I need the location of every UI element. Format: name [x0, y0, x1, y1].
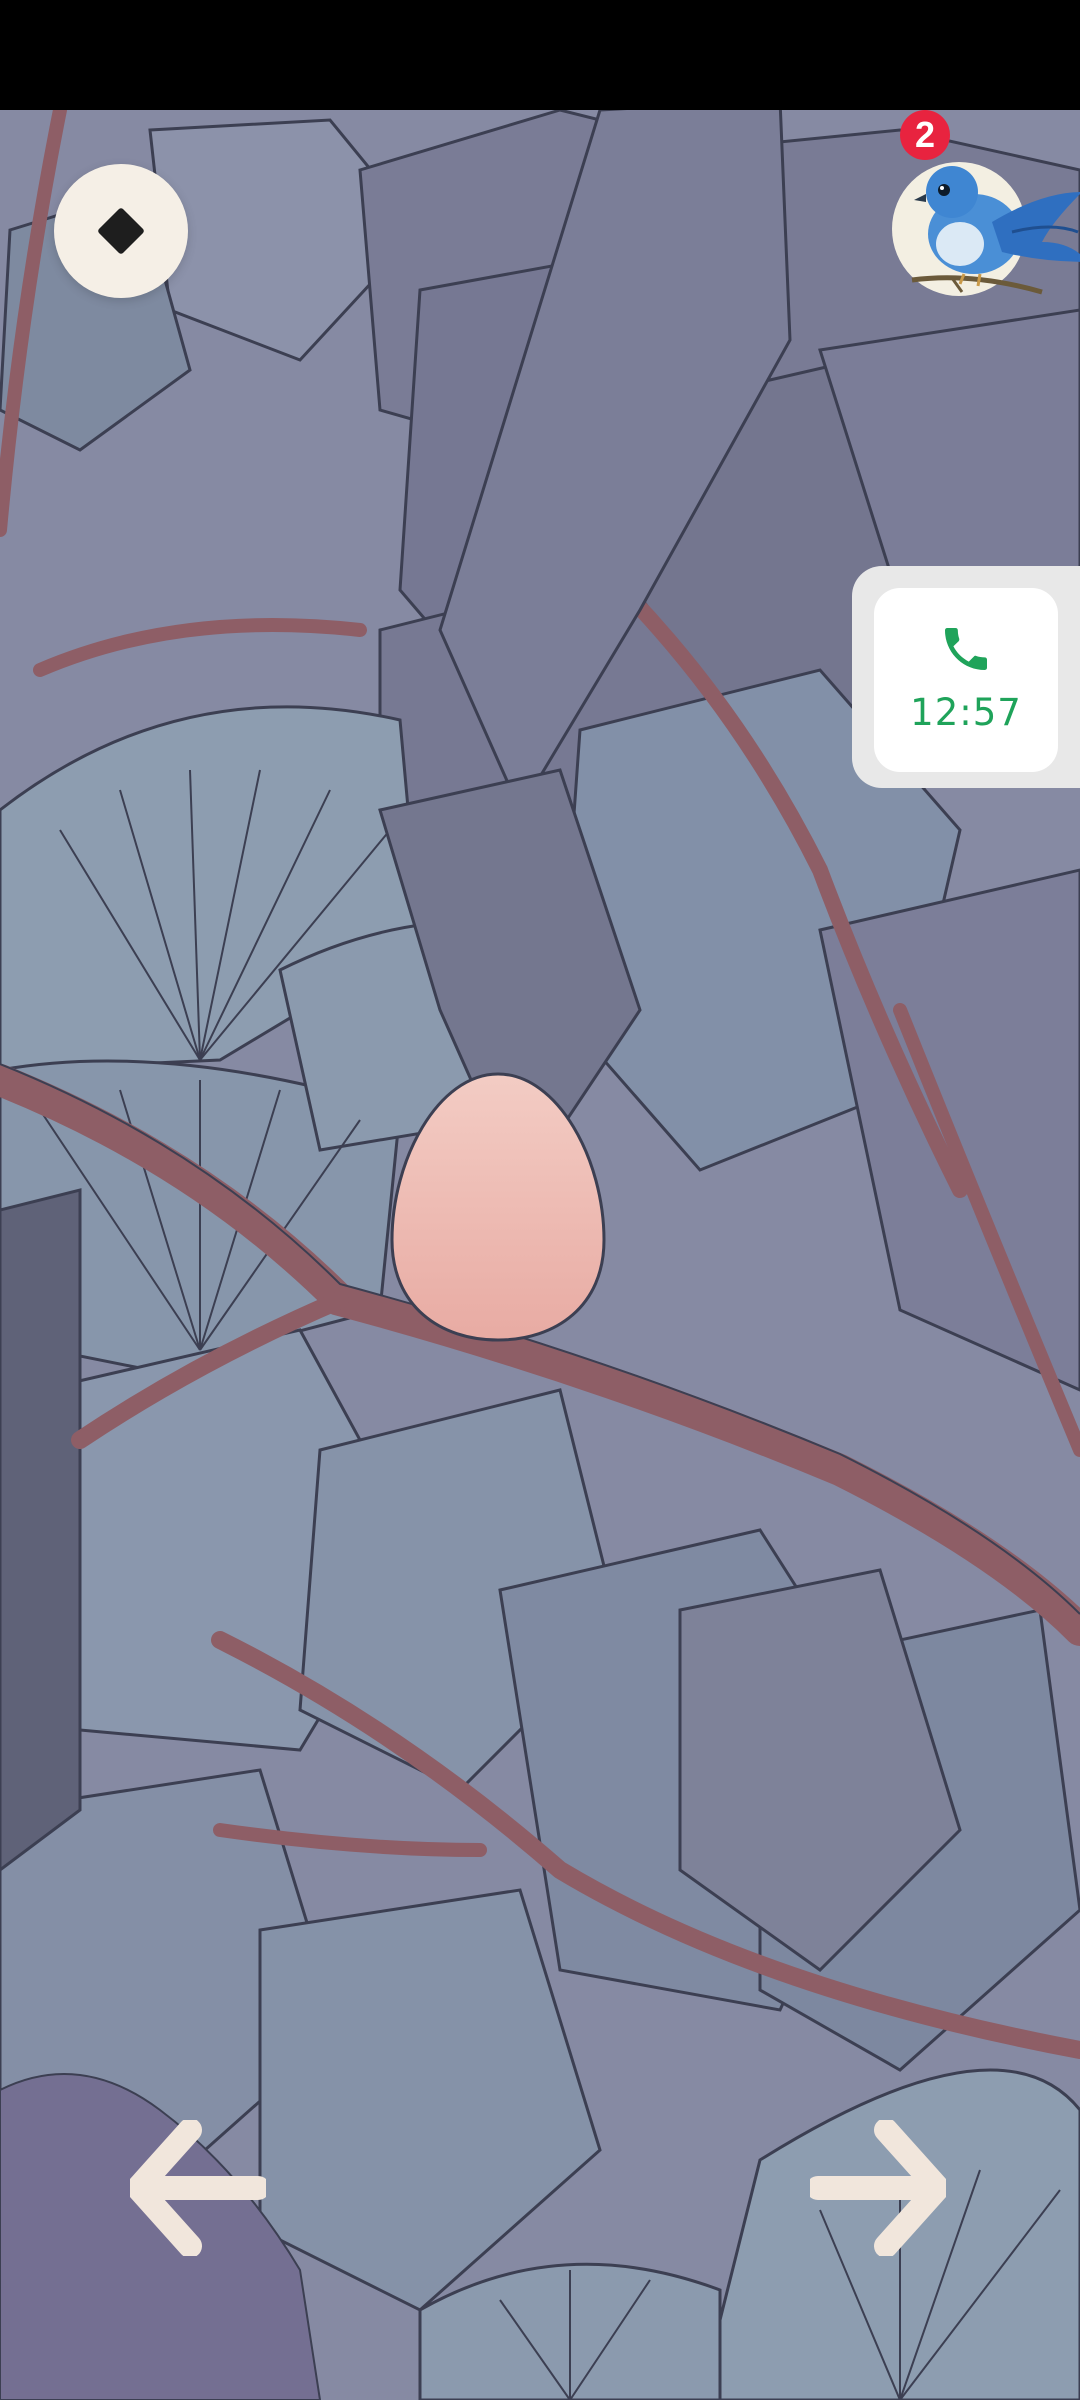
notification-badge: 2: [900, 110, 950, 160]
status-bar: [0, 0, 1080, 110]
menu-button[interactable]: [54, 164, 188, 298]
blue-bird-icon: [911, 166, 1080, 295]
diamond-icon: [96, 206, 146, 256]
arrow-right-icon[interactable]: [810, 2120, 946, 2256]
egg[interactable]: [388, 1070, 608, 1344]
call-timer: 12:57: [910, 690, 1022, 734]
arrow-left-icon[interactable]: [130, 2120, 266, 2256]
game-screen: 2 12:57: [0, 0, 1080, 2400]
call-card[interactable]: 12:57: [874, 588, 1058, 772]
bird-button[interactable]: [892, 162, 1080, 296]
phone-icon: [945, 627, 987, 670]
